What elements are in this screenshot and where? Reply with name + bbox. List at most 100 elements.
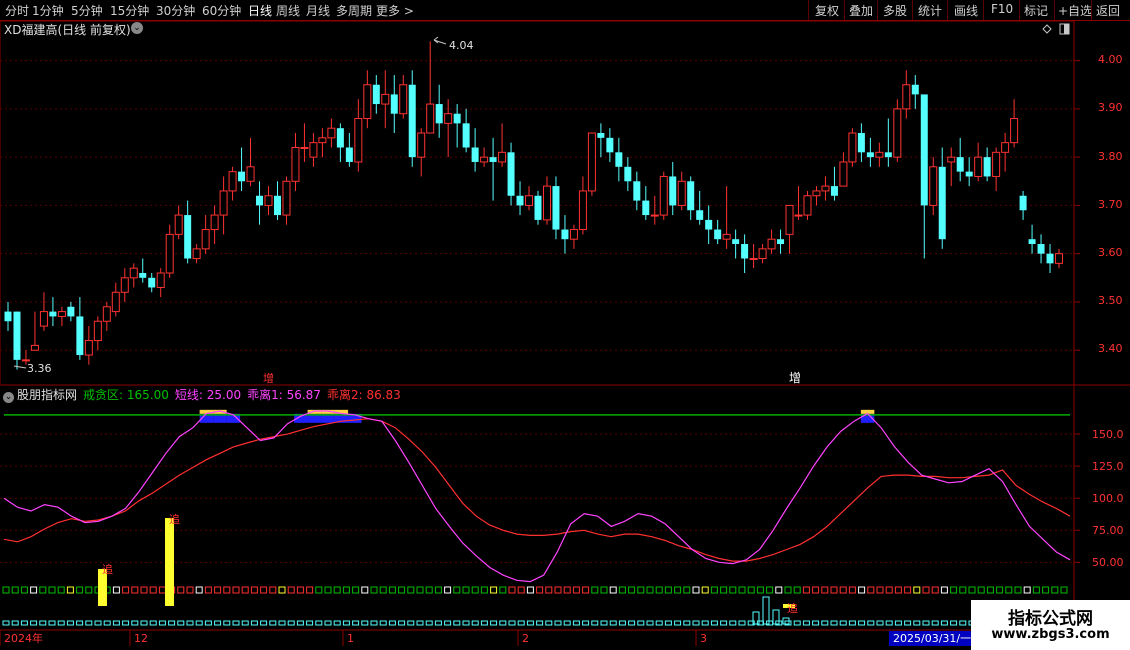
signal-square [324,586,332,594]
signal-square [398,586,406,594]
signal-square [342,586,350,594]
signal-square [48,586,56,594]
signal-square-low [517,620,525,626]
candle-body [49,311,57,317]
candle-body [372,84,380,105]
chase-signal-label: 追 [169,512,180,526]
signal-square [453,586,461,594]
candle-body [201,229,210,250]
indicator-axis-label: 100.0 [1092,492,1124,505]
signal-square [499,586,507,594]
signal-square-low [499,620,507,626]
signal-square [490,586,498,594]
candle-body [732,239,740,245]
signal-square [858,586,866,594]
signal-square [848,586,856,594]
signal-square [536,586,544,594]
signal-square [692,586,700,594]
signal-square [287,586,295,594]
candle-body [399,84,408,115]
candle-body [238,171,246,182]
signal-square-low [554,620,562,626]
signal-square [260,586,268,594]
signal-square [407,586,415,594]
signal-square-low [223,620,231,626]
signal-square-low [582,620,590,626]
site-watermark: 指标公式网 www.zbgs3.com [971,600,1130,650]
candle-body [624,166,632,182]
time-axis-label: 3 [700,632,707,645]
candle-body [219,190,228,216]
indicator-name: 股朋指标网 [17,388,78,402]
signal-square [950,586,958,594]
indicator-dropdown-icon[interactable]: ⌄ [3,392,14,403]
signal-square-low [848,620,856,626]
candle-body [561,229,569,240]
signal-square [710,586,718,594]
candle-body [345,147,353,162]
signal-square-low [664,620,672,626]
signal-square-low [821,620,829,626]
candle-body [462,123,470,148]
time-axis: 2024年 12 1 2 3 2025/03/31/一 [0,630,971,646]
signal-square-low [122,620,130,626]
signal-square [572,586,580,594]
candle-body [57,311,66,317]
candle-body [839,161,848,187]
signal-square [784,586,792,594]
signal-square-low [618,620,626,626]
signal-square [11,586,19,594]
time-axis-label: 1 [347,632,354,645]
signal-square-low [66,620,74,626]
candle-body [453,113,461,124]
signal-square [582,586,590,594]
candle-body [282,180,291,216]
candle-body [965,171,973,177]
candle-body [1001,142,1010,153]
signal-square-low [269,620,277,626]
diamond-icon[interactable] [1042,24,1052,34]
signal-square-low [490,620,498,626]
candle-body [722,233,731,240]
signal-square [232,586,240,594]
signal-square-low [609,620,617,626]
candle-body [156,272,165,288]
candle-body [569,229,578,240]
dropdown-icon[interactable]: ⌄ [131,22,143,34]
signal-square [729,586,737,594]
signal-square-low [812,620,820,626]
signal-square [931,586,939,594]
candle-body [705,219,713,230]
candle-body [111,291,120,313]
signal-square-low [168,620,176,626]
kline-chart-canvas[interactable]: 4.00 3.90 3.80 3.70 3.60 3.50 3.40 4.04 … [0,0,1130,650]
signal-square-low [260,620,268,626]
signal-square [701,586,709,594]
candle-body [246,166,255,182]
high-marker-line [433,39,447,45]
signal-square-low [361,620,369,626]
indicator-axis-label: 125.0 [1092,460,1124,473]
candlestick-series [4,41,1064,370]
signal-square [149,586,157,594]
candle-body [489,157,497,162]
signal-square [637,586,645,594]
signal-square [839,586,847,594]
signal-square [186,586,194,594]
indicator-axis-label: 75.00 [1092,524,1124,537]
signal-square [462,586,470,594]
candle-body [165,233,174,274]
candle-body [139,272,147,278]
hist-bar [762,596,770,625]
candle-body [578,190,587,231]
signal-square-low [324,620,332,626]
signal-square-low [407,620,415,626]
candle-body [256,195,264,206]
signal-square [388,586,396,594]
signal-square [122,586,130,594]
signal-square-low [131,620,139,626]
signal-square-low [913,620,921,626]
candle-body [956,157,964,172]
signal-square-low [940,620,948,626]
signal-square [867,586,875,594]
